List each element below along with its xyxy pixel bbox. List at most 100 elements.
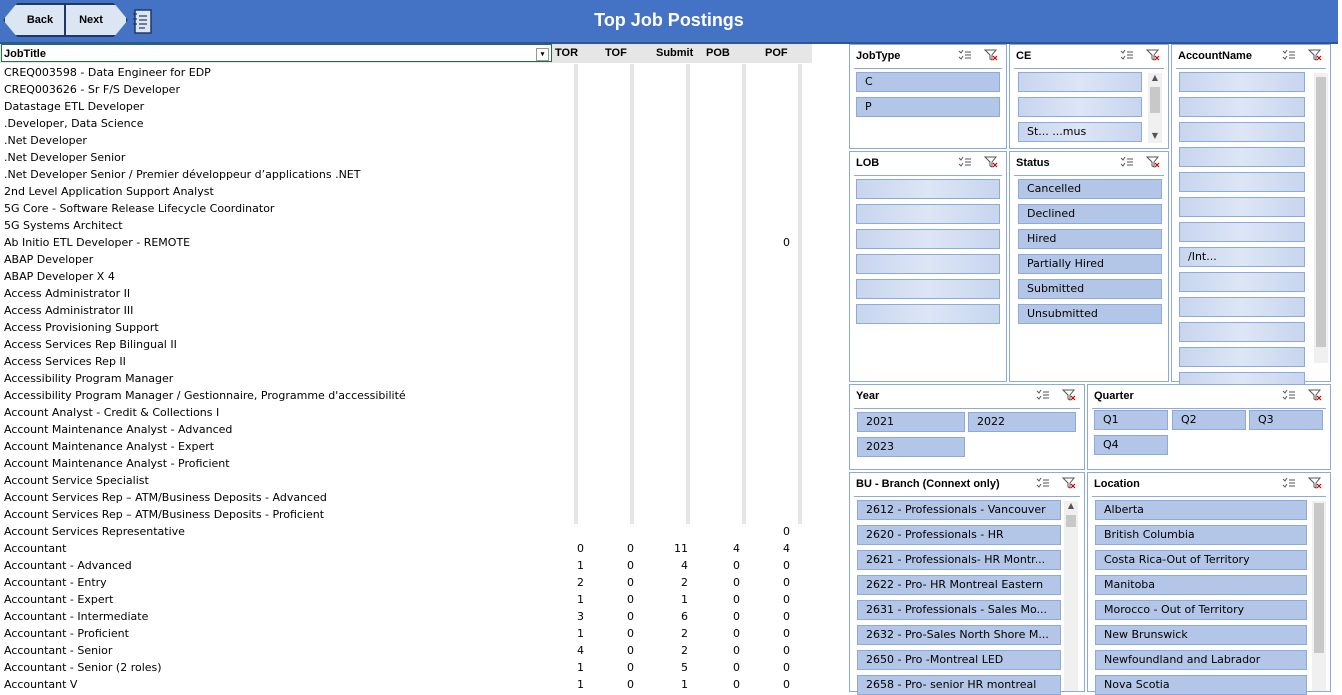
slicer-item-2022[interactable]: 2022 [968,412,1076,432]
slicer-item-account[interactable] [1179,122,1305,142]
tof-column-header[interactable]: TOF [605,47,627,59]
slicer-item-status[interactable]: Submitted [1018,279,1162,299]
slicer-item-2021[interactable]: 2021 [857,412,965,432]
table-row[interactable]: Datastage ETL Developer [0,98,820,115]
table-row[interactable]: Accountant - Advanced 1 0 4 0 0 [0,557,820,574]
table-row[interactable]: Access Administrator II [0,285,820,302]
slicer-item-lob[interactable] [856,254,1000,274]
table-row[interactable]: CREQ003598 - Data Engineer for EDP [0,64,820,81]
table-row[interactable]: Account Maintenance Analyst - Proficient [0,455,820,472]
slicer-item-status[interactable]: Hired [1018,229,1162,249]
slicer-item-account[interactable] [1179,297,1305,317]
slicer-item-lob[interactable] [856,304,1000,324]
table-row[interactable]: Ab Initio ETL Developer - REMOTE 0 [0,234,820,251]
slicer-bu-branch[interactable]: BU - Branch (Connext only) 2612 - Profes… [849,472,1085,695]
slicer-year[interactable]: Year 2021 2022 2023 [849,384,1085,470]
slicer-item-location[interactable]: Manitoba [1095,575,1307,595]
table-row[interactable]: Account Maintenance Analyst - Advanced [0,421,820,438]
slicer-item-q1[interactable]: Q1 [1094,410,1168,430]
slicer-location[interactable]: Location Alberta British Columbia Costa Ri… [1087,472,1331,695]
scrollbar[interactable] [1312,501,1326,691]
slicer-item-branch[interactable]: 2622 - Pro- HR Montreal Eastern [857,575,1061,595]
slicer-item-account[interactable] [1179,72,1305,92]
slicer-item-account[interactable] [1179,197,1305,217]
table-row[interactable]: Accessibility Program Manager [0,370,820,387]
slicer-item-account[interactable]: /Int... [1179,247,1305,267]
slicer-lob[interactable]: LOB [849,151,1007,382]
table-row[interactable]: .Net Developer Senior [0,149,820,166]
slicer-item-branch[interactable]: 2620 - Professionals - HR [857,525,1061,545]
slicer-item-location[interactable]: Costa Rica-Out of Territory [1095,550,1307,570]
clear-filter-icon[interactable] [1061,477,1076,489]
table-row[interactable]: Account Service Specialist [0,472,820,489]
table-row[interactable]: Account Services Rep – ATM/Business Depo… [0,489,820,506]
scroll-thumb[interactable] [1150,87,1160,113]
scroll-thumb[interactable] [1314,503,1324,653]
scroll-down-icon[interactable]: ▼ [1148,131,1162,143]
slicer-item-status[interactable]: Declined [1018,204,1162,224]
multi-select-icon[interactable] [1282,49,1296,61]
slicer-item-branch[interactable]: 2631 - Professionals - Sales Mo... [857,600,1061,620]
slicer-item-branch[interactable]: 2650 - Pro -Montreal LED [857,650,1061,670]
slicer-item-location[interactable]: British Columbia [1095,525,1307,545]
slicer-item-branch[interactable]: 2612 - Professionals - Vancouver [857,500,1061,520]
pof-column-header[interactable]: POF [765,47,788,59]
slicer-item[interactable] [1018,72,1142,92]
scroll-thumb[interactable] [1066,515,1076,527]
slicer-item-lob[interactable] [856,279,1000,299]
slicer-item-q2[interactable]: Q2 [1172,410,1246,430]
slicer-item-branch[interactable]: 2632 - Pro-Sales North Shore M... [857,625,1061,645]
slicer-accountname[interactable]: AccountName /Int... [1171,44,1331,392]
clear-filter-icon[interactable] [983,156,998,168]
slicer-item-location[interactable]: Alberta [1095,500,1307,520]
table-row[interactable]: .Net Developer [0,132,820,149]
table-row[interactable]: Access Services Rep Bilingual II [0,336,820,353]
table-row[interactable]: 5G Systems Architect [0,217,820,234]
table-row[interactable]: Account Analyst - Credit & Collections I [0,404,820,421]
slicer-item-branch[interactable]: 2621 - Professionals- HR Montr... [857,550,1061,570]
slicer-item-account[interactable] [1179,147,1305,167]
slicer-item-account[interactable] [1179,97,1305,117]
table-row[interactable]: Accountant - Senior (2 roles) 1 0 5 0 0 [0,659,820,676]
scroll-up-icon[interactable]: ▲ [1148,73,1162,85]
slicer-item-p[interactable]: P [856,97,1000,117]
slicer-item-account[interactable] [1179,172,1305,192]
table-row[interactable]: Accountant - Intermediate 3 0 6 0 0 [0,608,820,625]
slicer-item-lob[interactable] [856,204,1000,224]
multi-select-icon[interactable] [1036,477,1050,489]
table-row[interactable]: ABAP Developer X 4 [0,268,820,285]
clear-filter-icon[interactable] [1061,389,1076,401]
table-row[interactable]: Access Administrator III [0,302,820,319]
filter-dropdown-icon[interactable]: ▾ [536,48,549,61]
table-row[interactable]: Accountant - Expert 1 0 1 0 0 [0,591,820,608]
table-row[interactable]: Accessibility Program Manager / Gestionn… [0,387,820,404]
slicer-item-location[interactable]: Morocco - Out of Territory [1095,600,1307,620]
slicer-item-status[interactable]: Unsubmitted [1018,304,1162,324]
slicer-item-status[interactable]: Cancelled [1018,179,1162,199]
tor-column-header[interactable]: TOR [555,47,578,59]
slicer-status[interactable]: Status Cancelled Declined Hired Partially H… [1009,151,1169,382]
clear-filter-icon[interactable] [1307,49,1322,61]
table-row[interactable]: Accountant V 1 0 1 0 0 [0,676,820,693]
submit-column-header[interactable]: Submit [656,47,693,59]
clear-filter-icon[interactable] [983,49,998,61]
table-row[interactable]: .Net Developer Senior / Premier développ… [0,166,820,183]
table-row[interactable]: Access Services Rep II [0,353,820,370]
slicer-jobtype[interactable]: JobType C P [849,44,1007,149]
table-row[interactable]: .Developer, Data Science [0,115,820,132]
multi-select-icon[interactable] [1120,49,1134,61]
slicer-item-q3[interactable]: Q3 [1249,410,1323,430]
clear-filter-icon[interactable] [1145,156,1160,168]
multi-select-icon[interactable] [958,156,972,168]
multi-select-icon[interactable] [1282,477,1296,489]
multi-select-icon[interactable] [958,49,972,61]
table-row[interactable]: Access Provisioning Support [0,319,820,336]
scrollbar[interactable] [1314,73,1328,363]
table-row[interactable]: ABAP Developer [0,251,820,268]
clear-filter-icon[interactable] [1145,49,1160,61]
slicer-item-account[interactable] [1179,222,1305,242]
slicer-quarter[interactable]: Quarter Q1 Q2 Q3 Q4 [1087,384,1331,470]
slicer-item-status[interactable]: Partially Hired [1018,254,1162,274]
slicer-item-account[interactable] [1179,322,1305,342]
slicer-item-2023[interactable]: 2023 [857,437,965,457]
